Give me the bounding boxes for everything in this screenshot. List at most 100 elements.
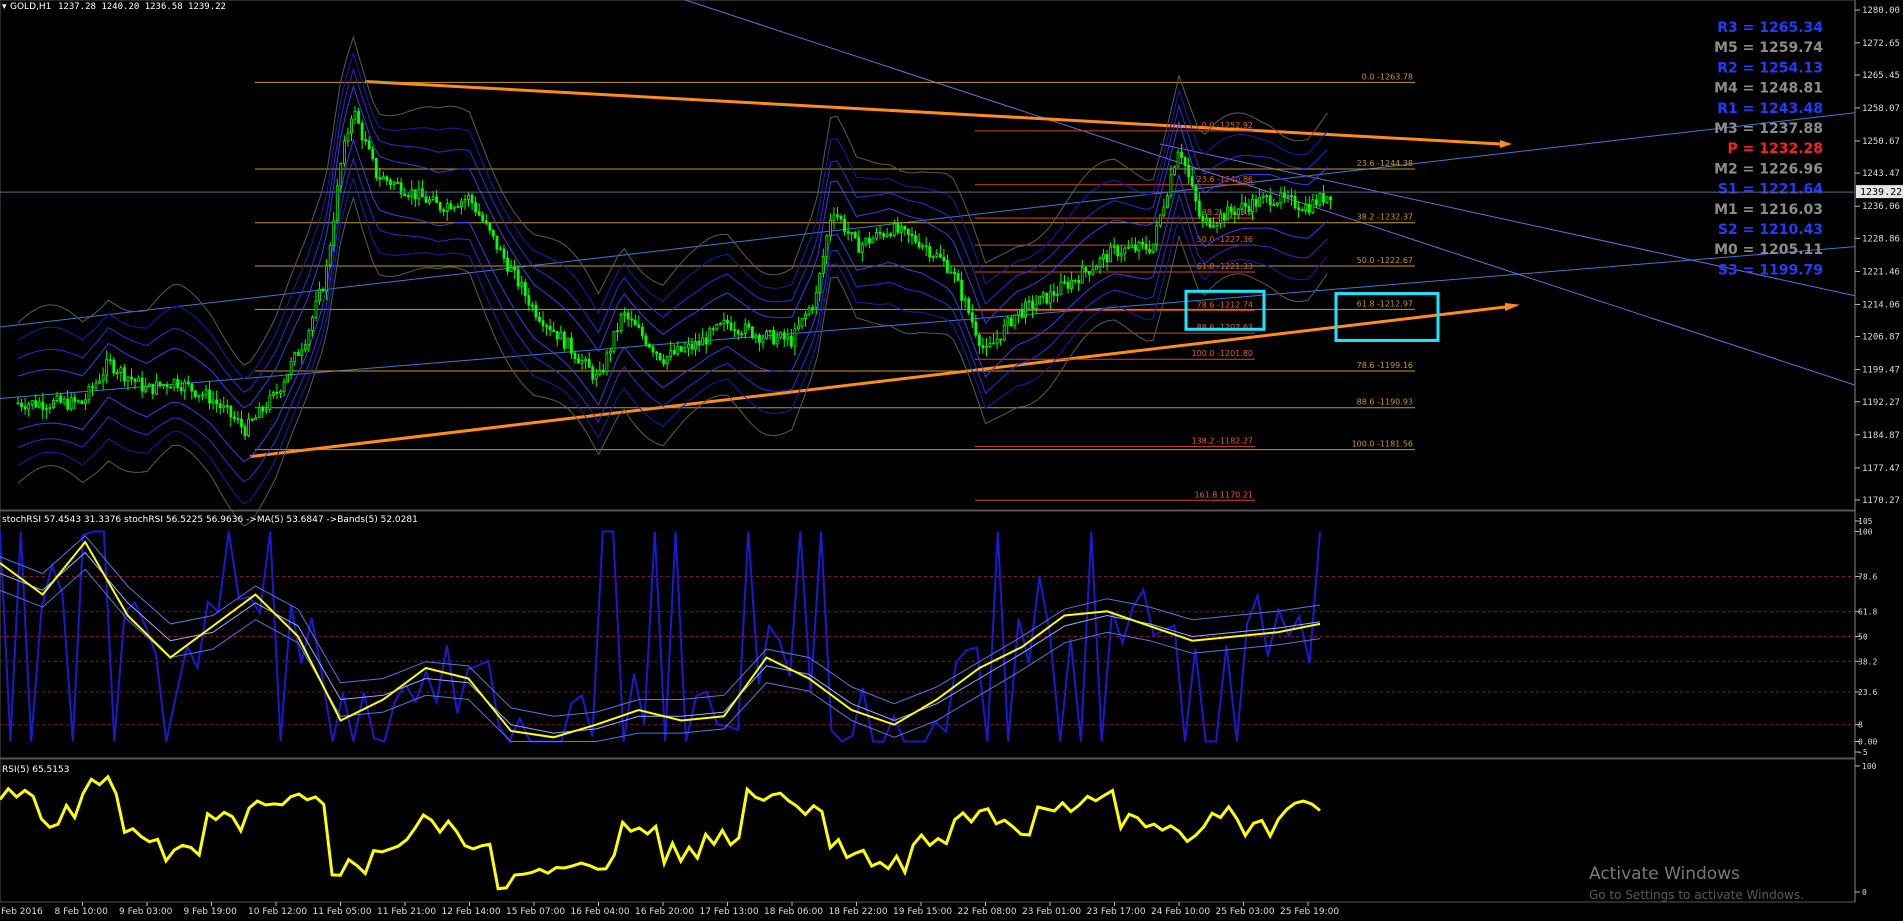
candle-body	[750, 326, 754, 339]
candle-body	[1087, 271, 1091, 275]
candle-body	[669, 350, 673, 357]
candle-body	[1261, 195, 1265, 198]
candle-body	[286, 373, 290, 383]
candle-body	[616, 330, 619, 332]
candle-body	[985, 345, 988, 349]
candle-body	[924, 245, 928, 248]
candle-body	[307, 330, 311, 346]
stoch-tick-label: 8	[1858, 721, 1863, 730]
candle-body	[758, 334, 761, 343]
candle-body	[942, 256, 946, 261]
time-label: 11 Feb 05:00	[313, 907, 372, 917]
candle-body	[232, 416, 236, 420]
candle-body	[882, 233, 885, 237]
time-label: 23 Feb 01:00	[1022, 907, 1081, 917]
pivot-level-label: S2 = 1210.43	[1718, 222, 1823, 238]
current-price-label: 1239.22	[1860, 187, 1902, 198]
candle-body	[76, 400, 80, 403]
candle-body	[328, 245, 332, 266]
candle-body	[811, 307, 815, 309]
candle-body	[1123, 247, 1127, 255]
candle-body	[69, 397, 73, 410]
candle-body	[633, 319, 637, 326]
chart-menu-icon[interactable]: ▾	[2, 2, 7, 12]
candle-body	[91, 386, 94, 389]
candle-body	[463, 199, 467, 202]
candle-body	[1126, 246, 1130, 249]
candle-body	[956, 273, 960, 281]
candle-body	[371, 148, 375, 159]
candle-body	[701, 337, 705, 346]
price-tick-label: 1272.65	[1862, 39, 1900, 49]
candle-body	[523, 282, 527, 297]
time-label: Feb 2016	[1, 907, 43, 917]
candle-body	[1084, 267, 1088, 272]
candle-body	[183, 381, 187, 391]
candle-body	[591, 366, 595, 380]
candle-body	[938, 253, 942, 258]
candle-body	[1258, 197, 1262, 207]
candle-body	[378, 177, 382, 180]
chart-canvas: 0.0 -1263.78 23.6 -1244.38 38.2 -1232.37 50…	[0, 0, 1903, 921]
candle-body	[573, 352, 577, 360]
candle-body	[1056, 293, 1059, 296]
candle-body	[640, 327, 644, 337]
candle-body	[98, 380, 101, 384]
candle-body	[126, 376, 130, 382]
candle-body	[601, 369, 605, 373]
candle-body	[967, 298, 971, 314]
candle-body	[1048, 291, 1052, 304]
candle-body	[1275, 202, 1279, 206]
candle-body	[818, 273, 822, 294]
time-label: 18 Feb 06:00	[764, 907, 823, 917]
candle-body	[907, 228, 910, 235]
price-tick-label: 1221.46	[1862, 267, 1900, 277]
candle-body	[577, 358, 580, 364]
candle-body	[782, 332, 786, 340]
candle-body	[1176, 151, 1180, 168]
candle-body	[1173, 166, 1176, 176]
candle-body	[946, 260, 949, 273]
candle-body	[1183, 157, 1187, 166]
candle-body	[587, 358, 591, 368]
candle-body	[176, 378, 180, 388]
candle-body	[687, 343, 690, 349]
candle-body	[679, 346, 683, 352]
candle-body	[807, 307, 811, 315]
candle-body	[44, 407, 48, 410]
pivot-level-label: M4 = 1248.81	[1714, 81, 1823, 97]
candle-body	[52, 400, 55, 408]
pivot-level-label: M2 = 1226.96	[1714, 161, 1823, 177]
candle-body	[27, 403, 31, 410]
candle-body	[683, 347, 687, 352]
candle-body	[23, 406, 27, 410]
candle-body	[740, 333, 744, 335]
price-tick-label: 1199.47	[1862, 366, 1900, 376]
candle-body	[247, 418, 250, 437]
candle-body	[201, 394, 204, 397]
candle-body	[1272, 204, 1276, 207]
candle-body	[445, 203, 449, 212]
candle-body	[133, 378, 137, 382]
candle-body	[1038, 295, 1042, 305]
candle-body	[30, 400, 34, 405]
candle-body	[516, 269, 520, 287]
candle-body	[843, 218, 846, 232]
candle-body	[662, 359, 666, 365]
candle-body	[1219, 213, 1223, 224]
candle-body	[1304, 203, 1308, 212]
candle-body	[218, 403, 222, 409]
candle-body	[222, 405, 226, 409]
candle-body	[928, 246, 932, 258]
pivot-level-label: S1 = 1221.64	[1718, 182, 1823, 198]
candle-body	[179, 387, 183, 391]
candle-body	[403, 193, 407, 196]
candle-body	[708, 328, 712, 345]
candle-body	[1091, 269, 1095, 275]
candle-body	[726, 319, 729, 324]
candle-body	[609, 350, 612, 354]
time-label: 9 Feb 19:00	[184, 907, 238, 917]
candle-body	[821, 256, 825, 274]
candle-body	[1233, 211, 1237, 216]
candle-body	[374, 158, 378, 178]
